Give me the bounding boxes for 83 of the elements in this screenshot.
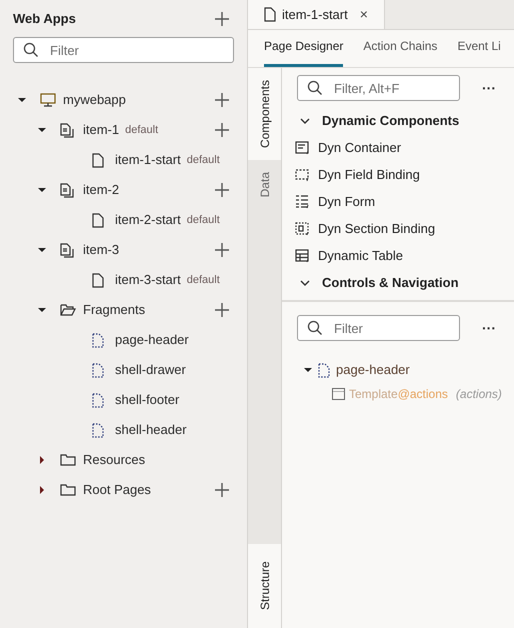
add-icon[interactable]	[215, 303, 229, 317]
page-icon	[264, 7, 276, 22]
default-tag: default	[186, 212, 220, 228]
tree-item-label[interactable]: mywebapp	[63, 90, 126, 110]
add-icon[interactable]	[215, 123, 229, 137]
tree-item-label[interactable]: Resources	[83, 450, 146, 470]
fragment-icon	[318, 362, 330, 378]
open-folder-icon	[60, 303, 76, 317]
fragment-icon	[92, 392, 104, 408]
tree-item-label[interactable]: shell-header	[115, 420, 187, 440]
table-icon	[295, 248, 310, 263]
tree-item-label[interactable]: Fragments	[83, 300, 146, 320]
side-tab[interactable]: Structure	[248, 544, 281, 628]
tree-item-label[interactable]: shell-drawer	[115, 360, 186, 380]
tree-item-label[interactable]: item-1	[83, 120, 120, 140]
section-header[interactable]: Controls & Navigation	[322, 272, 459, 292]
tree-item-label[interactable]: shell-footer	[115, 390, 180, 410]
tree-item-label[interactable]: Root Pages	[83, 480, 151, 500]
close-icon[interactable]: ×	[360, 4, 368, 25]
default-tag: default	[186, 272, 220, 288]
slot-note: (actions)	[456, 386, 502, 403]
add-icon[interactable]	[215, 93, 229, 107]
caret-down-icon[interactable]	[38, 186, 46, 194]
pages-icon	[60, 182, 74, 198]
more-button[interactable]: ···	[482, 318, 496, 338]
tree-item-label[interactable]: page-header	[115, 330, 189, 350]
search-icon	[307, 80, 323, 96]
add-icon[interactable]	[215, 243, 229, 257]
monitor-icon	[40, 93, 56, 107]
component-item[interactable]: Dyn Section Binding	[318, 218, 436, 238]
caret-down-icon[interactable]	[18, 96, 26, 104]
default-tag: default	[125, 122, 158, 138]
panel-title: Web Apps	[13, 10, 76, 28]
component-item[interactable]: Dyn Field Binding	[318, 164, 420, 184]
side-tab[interactable]: Components	[248, 68, 281, 160]
fragment-icon	[92, 422, 104, 438]
chevron-down-icon[interactable]	[300, 116, 310, 126]
fragment-icon	[92, 332, 104, 348]
component-item[interactable]: Dyn Container	[318, 138, 402, 158]
component-item[interactable]: Dynamic Table	[318, 246, 404, 266]
component-icon	[295, 221, 310, 236]
component-icon	[295, 140, 310, 155]
tree-item-label[interactable]: item-3-start	[115, 270, 181, 290]
editor-tab[interactable]: item-1-start ×	[248, 0, 385, 29]
page-icon	[92, 272, 104, 288]
search-icon	[307, 320, 323, 336]
caret-down-icon[interactable]	[304, 366, 312, 374]
filter-field[interactable]: Filter	[297, 315, 460, 341]
filter-field[interactable]: Filter, Alt+F	[297, 75, 460, 101]
chevron-down-icon[interactable]	[300, 278, 310, 288]
default-tag: default	[186, 152, 220, 168]
add-icon[interactable]	[215, 183, 229, 197]
folder-icon	[60, 483, 76, 497]
component-item[interactable]: Dyn Form	[318, 192, 376, 212]
form-icon	[295, 194, 310, 209]
tree-item-label[interactable]: item-2-start	[115, 210, 181, 230]
tree-item-label[interactable]: page-header	[336, 360, 410, 380]
component-icon	[295, 167, 310, 182]
caret-down-icon[interactable]	[38, 126, 46, 134]
designer-tab[interactable]: Action Chains	[363, 37, 438, 67]
more-button[interactable]: ···	[482, 78, 496, 98]
section-header[interactable]: Dynamic Components	[322, 110, 460, 130]
tree-item-label[interactable]: item-1-start	[115, 150, 181, 170]
caret-down-icon[interactable]	[38, 246, 46, 254]
add-icon[interactable]	[215, 12, 229, 26]
page-icon	[92, 152, 104, 168]
page-icon	[92, 212, 104, 228]
folder-icon	[60, 453, 76, 467]
binding-label: @actions	[398, 386, 448, 403]
caret-down-icon[interactable]	[38, 306, 46, 314]
caret-right-icon[interactable]	[38, 486, 46, 494]
search-icon	[23, 42, 39, 58]
pages-icon	[60, 242, 74, 258]
caret-right-icon[interactable]	[38, 456, 46, 464]
tree-item-label[interactable]: item-3	[83, 240, 120, 260]
side-tab[interactable]: Data	[248, 160, 281, 210]
designer-tab[interactable]: Event Li	[457, 37, 501, 67]
fragment-icon	[92, 362, 104, 378]
filter-field[interactable]: Filter	[13, 37, 234, 63]
tree-item-label[interactable]: item-2	[83, 180, 120, 200]
add-icon[interactable]	[215, 483, 229, 497]
pages-icon	[60, 122, 74, 138]
template-icon	[332, 388, 345, 400]
